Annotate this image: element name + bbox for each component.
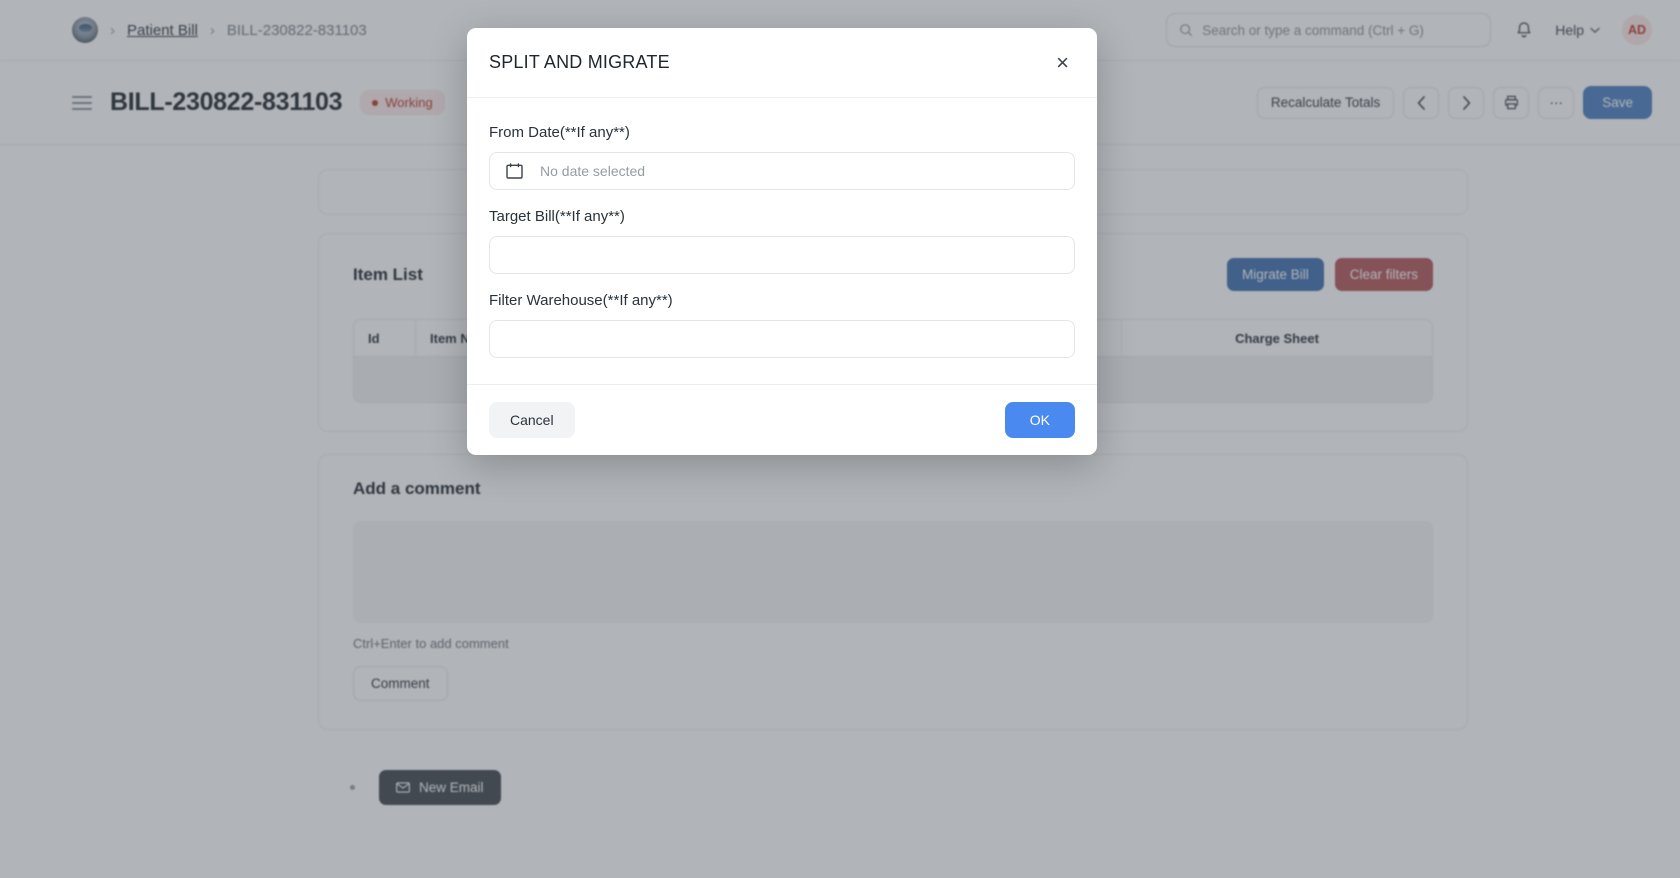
target-bill-label: Target Bill(**If any**): [489, 208, 625, 225]
filter-warehouse-field-group: Filter Warehouse(**If any**): [489, 292, 1075, 358]
from-date-input-wrapper: [489, 152, 1075, 190]
dialog-title: SPLIT AND MIGRATE: [489, 52, 670, 72]
split-and-migrate-dialog: SPLIT AND MIGRATE × From Date(**If any**…: [467, 28, 1097, 455]
dialog-body: From Date(**If any**) Target Bill(**If a…: [467, 98, 1097, 384]
target-bill-input[interactable]: [489, 236, 1075, 274]
from-date-label: From Date(**If any**): [489, 124, 630, 141]
cancel-button[interactable]: Cancel: [489, 402, 575, 438]
ok-button[interactable]: OK: [1004, 402, 1075, 438]
filter-warehouse-label: Filter Warehouse(**If any**): [489, 292, 673, 309]
dialog-footer: Cancel OK: [467, 384, 1097, 455]
from-date-input[interactable]: [489, 152, 1075, 190]
filter-warehouse-input[interactable]: [489, 320, 1075, 358]
dialog-header: SPLIT AND MIGRATE ×: [467, 28, 1097, 98]
from-date-field-group: From Date(**If any**): [489, 124, 1075, 190]
target-bill-field-group: Target Bill(**If any**): [489, 208, 1075, 274]
close-icon[interactable]: ×: [1050, 48, 1075, 78]
